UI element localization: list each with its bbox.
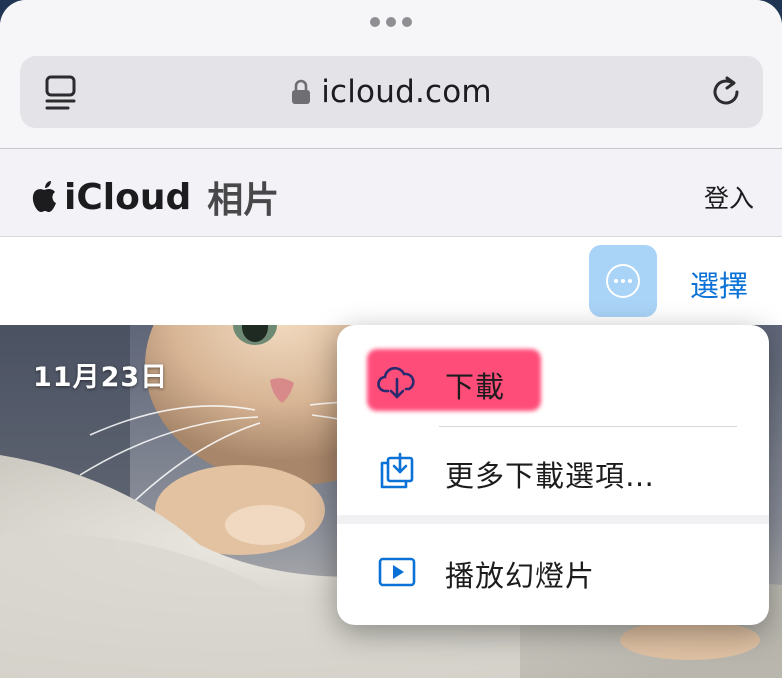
photos-toolbar: 選擇	[0, 237, 782, 325]
browser-chrome: icloud.com	[0, 0, 782, 148]
brand-logo[interactable]: iCloud 相片	[30, 171, 279, 223]
select-button[interactable]: 選擇	[690, 263, 748, 305]
menu-section-divider	[337, 515, 769, 524]
apple-logo-icon	[32, 181, 56, 212]
download-tray-icon	[377, 451, 417, 491]
menu-item-slideshow[interactable]: 播放幻燈片	[337, 531, 769, 611]
menu-item-download[interactable]: 下載	[337, 342, 769, 422]
play-slideshow-icon	[377, 551, 417, 591]
more-options-button[interactable]	[589, 245, 657, 317]
brand-subtitle: 相片	[207, 180, 280, 221]
ellipsis-circle-icon	[606, 264, 640, 298]
cloud-download-icon	[377, 362, 417, 402]
reload-icon[interactable]	[707, 72, 747, 112]
window-grabber[interactable]	[370, 17, 414, 29]
menu-item-label: 下載	[445, 370, 506, 404]
site-header: iCloud 相片 登入	[0, 149, 782, 237]
signin-link[interactable]: 登入	[704, 179, 754, 215]
photo-date: 11月23日	[33, 362, 169, 393]
address-bar[interactable]: icloud.com	[20, 56, 763, 128]
menu-divider	[439, 426, 737, 427]
menu-item-label: 播放幻燈片	[445, 559, 596, 593]
url-text: icloud.com	[321, 74, 492, 110]
url-display[interactable]: icloud.com	[20, 74, 763, 110]
safari-window: icloud.com iCloud 相片 登入 選擇 11月23日 下載 更多下…	[0, 0, 782, 678]
lock-icon	[292, 79, 311, 104]
more-options-menu: 下載 更多下載選項… 播放幻燈片	[337, 325, 769, 625]
menu-item-more-download-options[interactable]: 更多下載選項…	[337, 431, 769, 511]
brand-name: iCloud	[64, 176, 192, 218]
menu-item-label: 更多下載選項…	[445, 459, 656, 493]
